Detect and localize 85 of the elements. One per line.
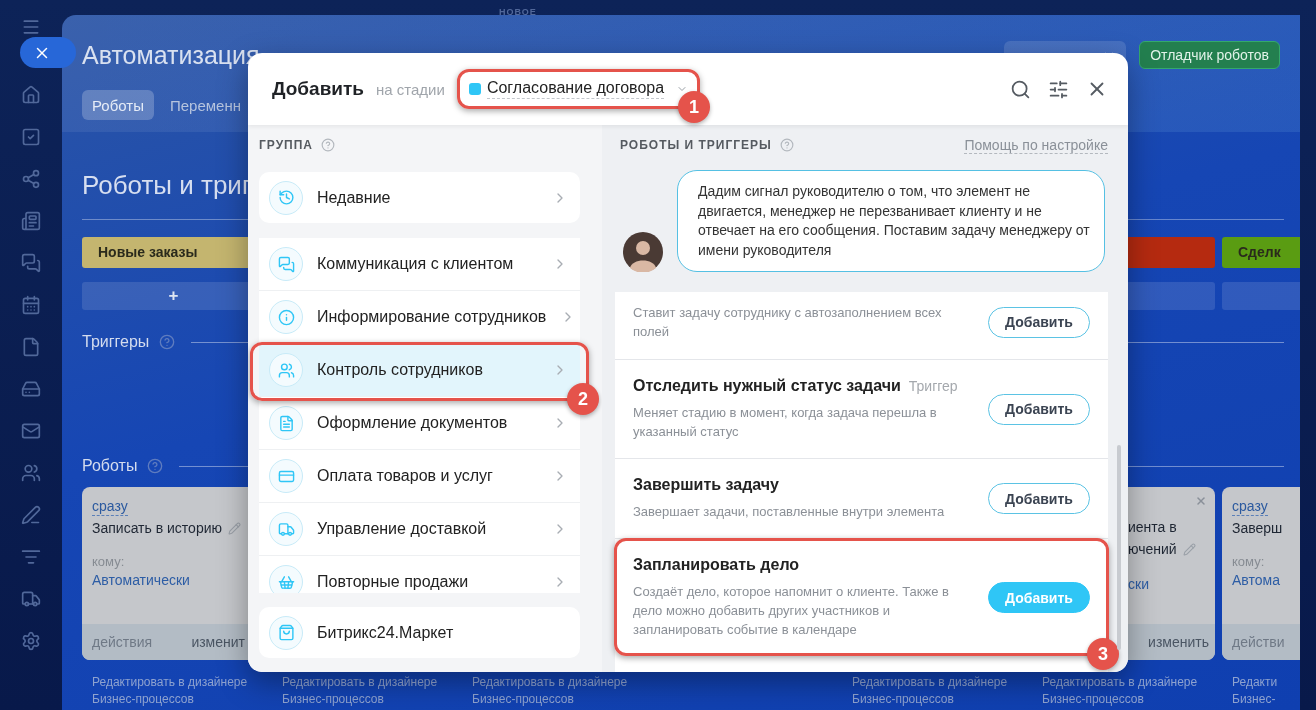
hint-bubble: Дадим сигнал руководителю о том, что элемент не двигается, менеджер не перезванивает клиенту и не отвечает на его сообщения. Поставим задачу менеджеру от имени руководителя <box>677 170 1105 272</box>
info-icon <box>269 300 303 334</box>
chat-icon <box>269 247 303 281</box>
delay-link[interactable]: сразу <box>92 497 128 516</box>
robot-description: Меняет стадию в момент, когда задача перешла в указанный статус <box>633 404 938 441</box>
section-heading: Роботы и триг <box>82 169 252 202</box>
step-badge: 2 <box>567 383 599 415</box>
robot-title: иента в <box>1128 518 1177 537</box>
filter-icon[interactable] <box>21 547 41 567</box>
chat-icon[interactable] <box>21 253 41 273</box>
recipient-link[interactable]: Автома <box>1232 570 1300 590</box>
robot-title: Отследить нужный статус задачи <box>633 377 901 395</box>
robot-title: Завершить задачу <box>633 476 779 494</box>
new-label: НОВОЕ <box>499 7 537 17</box>
help-icon[interactable] <box>321 138 336 152</box>
add-button[interactable]: Добавить <box>988 483 1090 514</box>
menu-icon[interactable] <box>21 17 41 37</box>
designer-link[interactable]: Редактировать в дизайнере Бизнес-процессов <box>1032 674 1215 708</box>
document-icon <box>269 406 303 440</box>
robot-title: Записать в историю <box>92 519 222 538</box>
designer-link[interactable]: Редактировать в дизайнере Бизнес-процессов <box>272 674 455 708</box>
group-item[interactable]: Коммуникация с клиентом <box>259 238 580 291</box>
truck-icon[interactable] <box>21 589 41 609</box>
actions-link[interactable]: действия <box>92 634 153 650</box>
stage-prefix: на стадии <box>376 80 445 98</box>
help-icon[interactable] <box>147 458 164 474</box>
tab[interactable]: Переменн <box>159 90 251 120</box>
robot-title: Запланировать дело <box>633 556 800 574</box>
settings-icon[interactable] <box>1048 78 1069 100</box>
document-icon[interactable] <box>21 337 41 357</box>
history-icon <box>269 180 303 215</box>
newspaper-icon[interactable] <box>21 211 41 231</box>
recipient-label: кому: <box>1232 554 1266 570</box>
group-header: ГРУППА <box>259 138 314 152</box>
group-item[interactable]: Недавние <box>259 172 580 223</box>
dialog-title: Добавить <box>272 78 365 100</box>
robot-description: Ставит задачу сотруднику с автозаполнением всех полей <box>633 304 943 341</box>
calendar-icon[interactable] <box>21 295 41 315</box>
edit-link[interactable]: изменит <box>191 634 245 650</box>
step-badge: 3 <box>1087 638 1119 670</box>
mail-icon[interactable] <box>21 421 41 441</box>
designer-link[interactable]: Редактировать в дизайнере Бизнес-процессов <box>842 674 1025 708</box>
basket-icon <box>269 565 303 593</box>
robot-description: Завершает задачи, поставленные внутри элемента <box>633 503 946 521</box>
stage-bar[interactable]: Сделк <box>1222 237 1300 268</box>
settings-icon[interactable] <box>21 631 41 651</box>
users-icon <box>269 353 303 387</box>
market-item[interactable]: Битрикс24.Маркет <box>259 607 580 658</box>
pencil-icon[interactable] <box>228 521 241 535</box>
help-icon[interactable] <box>779 138 794 152</box>
designer-link[interactable]: Редакти Бизнес- <box>1222 674 1300 708</box>
truck-icon <box>269 512 303 546</box>
pen-icon[interactable] <box>21 505 41 525</box>
robot-description: Создаёт дело, которое напомнит о клиенте. Также в дело можно добавить других участников и запланировать событие в календаре <box>633 583 950 639</box>
robot-title: ючений <box>1128 540 1177 559</box>
avatar <box>623 232 663 272</box>
robots-header: РОБОТЫ И ТРИГГЕРЫ <box>620 138 772 152</box>
checkbox-icon[interactable] <box>21 127 41 147</box>
designer-link[interactable]: Редактировать в дизайнере Бизнес-процессов <box>462 674 645 708</box>
designer-link[interactable]: Редактировать в дизайнере Бизнес-процессов <box>82 674 265 708</box>
help-icon[interactable] <box>159 334 176 350</box>
robot-title: Заверш <box>1232 519 1283 538</box>
drive-icon[interactable] <box>21 379 41 399</box>
home-icon[interactable] <box>21 85 41 105</box>
users-icon[interactable] <box>21 463 41 483</box>
debugger-button[interactable]: Отладчик роботов <box>1139 41 1280 69</box>
delay-link[interactable]: сразу <box>1232 497 1268 516</box>
help-link[interactable]: Помощь по настройке <box>964 136 1108 154</box>
share-icon[interactable] <box>21 169 41 189</box>
scrollbar[interactable] <box>1117 445 1121 650</box>
recipient-label: кому: <box>92 554 126 570</box>
tab[interactable]: Роботы <box>82 90 154 120</box>
close-button[interactable] <box>20 37 76 68</box>
trigger-tag: Триггер <box>908 378 958 394</box>
step-badge: 1 <box>678 91 711 123</box>
bag-icon <box>269 615 303 650</box>
search-icon[interactable] <box>1010 78 1031 100</box>
edit-link[interactable]: изменить <box>1148 634 1209 650</box>
recipient-link[interactable]: ски <box>1128 574 1205 594</box>
pencil-icon[interactable] <box>1182 542 1196 556</box>
robots-label: Роботы <box>82 457 138 475</box>
add-button[interactable]: Добавить <box>988 393 1090 425</box>
add-button[interactable]: Добавить <box>988 306 1090 338</box>
triggers-label: Триггеры <box>82 333 150 351</box>
card-icon <box>269 459 303 493</box>
